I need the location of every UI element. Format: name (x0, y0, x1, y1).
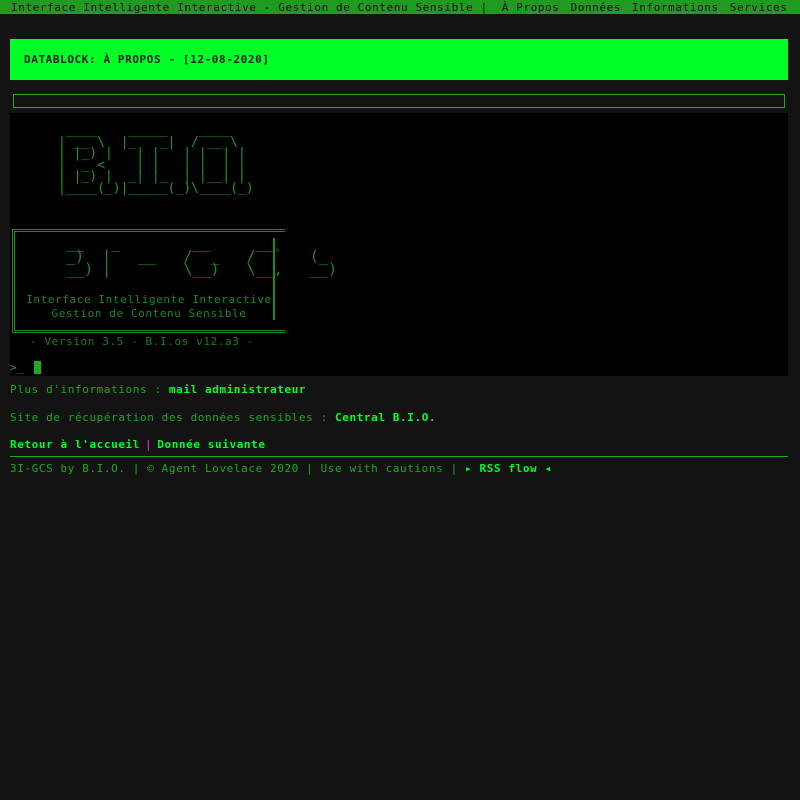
cursor-icon (34, 361, 42, 374)
footer-text: 3I-GCS by B.I.O. | © Agent Lovelace 2020… (10, 462, 458, 475)
3igcs-ascii-logo: __ _ __ __ _) | __ / _ / ` (_ __) | \__)… (66, 234, 337, 278)
rss-flow-link[interactable]: ▸ RSS flow ◂ (465, 462, 552, 475)
footer-divider (10, 456, 788, 457)
recovery-label: Site de récupération des données sensibl… (10, 411, 328, 424)
logo-subtitle-line1: Interface Intelligente Interactive (26, 293, 272, 306)
next-data-link[interactable]: Donnée suivante (157, 438, 265, 451)
admin-mail-link[interactable]: mail administrateur (169, 383, 306, 396)
prompt-symbol: >_ (10, 361, 25, 374)
central-bio-link[interactable]: Central B.I.O. (335, 411, 436, 424)
page-title: DATABLOCK: À PROPOS - [12-08-2020] (24, 53, 270, 66)
site-title: Interface Intelligente Interactive - Ges… (11, 0, 488, 14)
nav-link-a-propos[interactable]: À Propos (502, 1, 560, 14)
terminal-window: ____ _____ ____ | __ \ |_ _| / __ \ | |_… (10, 113, 788, 376)
page-navigation: Retour à l'accueil | Donnée suivante (10, 438, 266, 451)
bio-ascii-logo: ____ _____ ____ | __ \ |_ _| / __ \ | |_… (58, 123, 254, 196)
nav-link-informations[interactable]: Informations (632, 1, 719, 14)
back-home-link[interactable]: Retour à l'accueil (10, 438, 140, 451)
nav-link-services[interactable]: Services (730, 1, 788, 14)
datablock-banner: DATABLOCK: À PROPOS - [12-08-2020] (10, 39, 788, 80)
recovery-line: Site de récupération des données sensibl… (10, 411, 436, 424)
logo-subtitle-line2: Gestion de Contenu Sensible (51, 307, 247, 320)
top-navigation: Interface Intelligente Interactive - Ges… (0, 0, 800, 14)
footer: 3I-GCS by B.I.O. | © Agent Lovelace 2020… (10, 462, 552, 475)
nav-link-donnees[interactable]: Données (570, 1, 621, 14)
nav-separator: | (145, 438, 153, 451)
terminal-prompt[interactable]: >_ (10, 361, 42, 374)
more-info-label: Plus d'informations : (10, 383, 162, 396)
empty-bar (13, 94, 785, 108)
more-info-line: Plus d'informations : mail administrateu… (10, 383, 306, 396)
version-string: - Version 3.5 - B.I.os v12.a3 - (30, 335, 254, 348)
